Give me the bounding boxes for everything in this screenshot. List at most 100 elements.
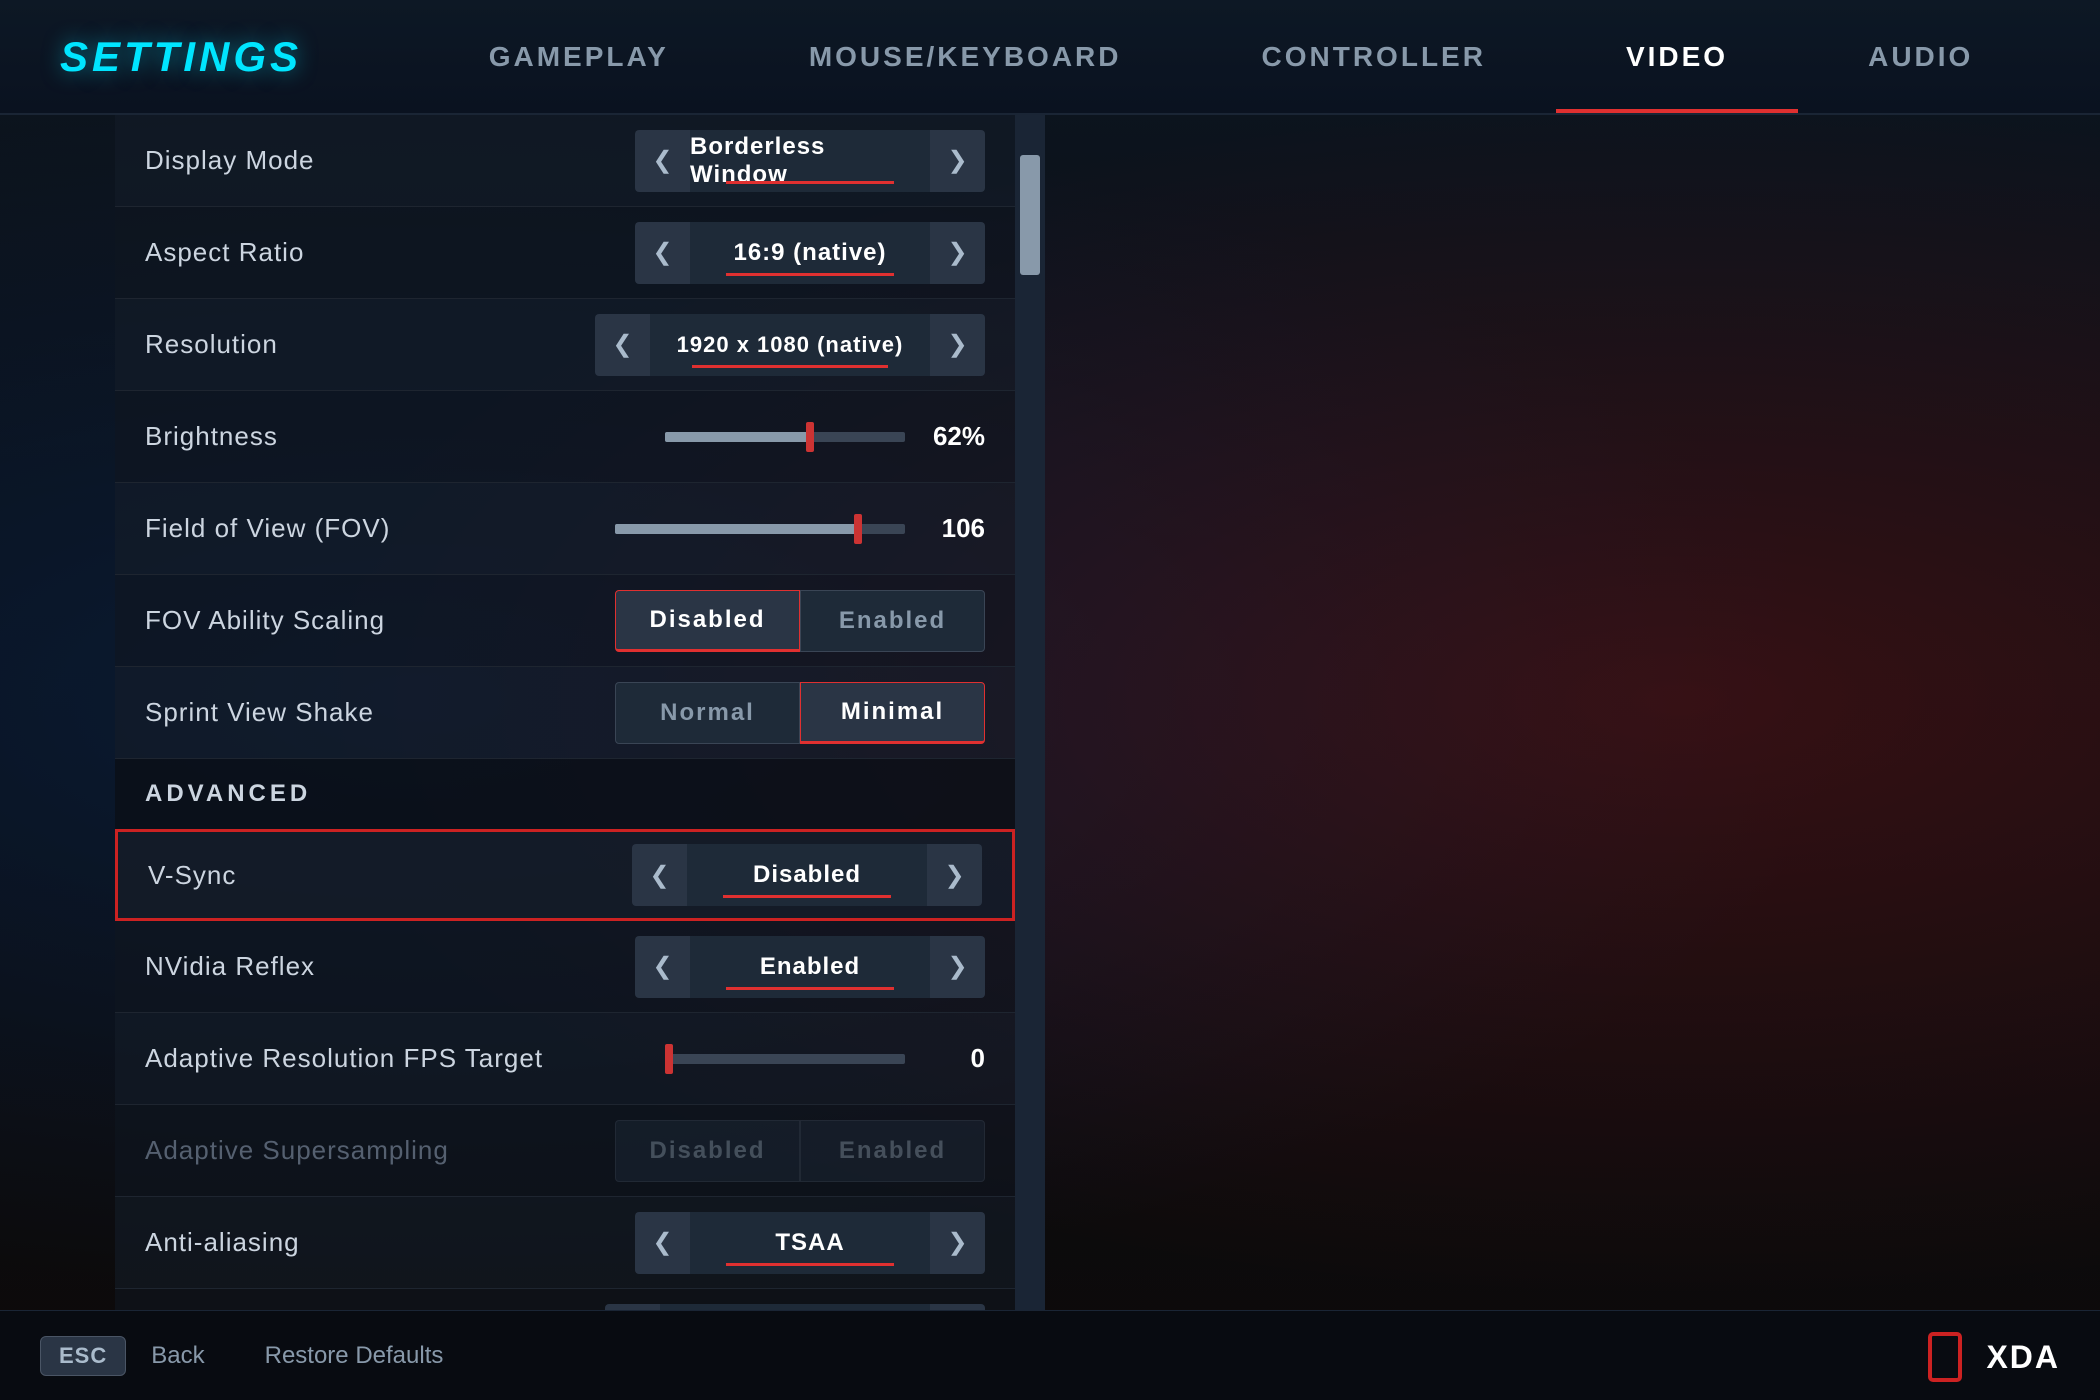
- main-content: Display Mode Borderless Window Aspect Ra…: [0, 115, 2100, 1310]
- settings-panel: Display Mode Borderless Window Aspect Ra…: [115, 115, 1015, 1310]
- adaptive-res-thumb: [665, 1044, 673, 1074]
- resolution-value-box: 1920 x 1080 (native): [650, 314, 930, 376]
- setting-row-vsync: V-Sync Disabled: [115, 829, 1015, 921]
- setting-row-nvidia-reflex: NVidia Reflex Enabled: [115, 921, 1015, 1013]
- label-resolution: Resolution: [145, 329, 595, 360]
- hint-restore[interactable]: Restore Defaults: [265, 1342, 444, 1370]
- display-mode-next[interactable]: [930, 130, 985, 192]
- display-mode-prev[interactable]: [635, 130, 690, 192]
- label-anti-aliasing: Anti-aliasing: [145, 1227, 635, 1258]
- fov-ability-enabled[interactable]: Enabled: [800, 590, 985, 652]
- label-display-mode: Display Mode: [145, 145, 635, 176]
- aspect-ratio-underline: [726, 273, 894, 276]
- tab-audio[interactable]: AUDIO: [1798, 0, 2043, 113]
- control-brightness: 62%: [665, 421, 985, 452]
- setting-row-texture-budget: Texture Streaming Budget Medium (3GB VRA…: [115, 1289, 1015, 1310]
- right-panel: [1045, 115, 2100, 1310]
- fov-thumb: [854, 514, 862, 544]
- control-fov: 106: [615, 513, 985, 544]
- vsync-prev[interactable]: [632, 844, 687, 906]
- chevron-left-icon: [652, 1228, 672, 1257]
- sprint-view-minimal[interactable]: Minimal: [800, 682, 985, 744]
- anti-aliasing-prev[interactable]: [635, 1212, 690, 1274]
- anti-aliasing-underline: [726, 1263, 894, 1266]
- label-aspect-ratio: Aspect Ratio: [145, 237, 635, 268]
- adaptive-super-disabled: Disabled: [615, 1120, 800, 1182]
- section-header-advanced: ADVANCED: [115, 759, 1015, 829]
- label-adaptive-res: Adaptive Resolution FPS Target: [145, 1043, 665, 1074]
- display-mode-underline: [726, 181, 894, 184]
- chevron-right-icon: [947, 238, 967, 267]
- chevron-left-icon: [652, 952, 672, 981]
- resolution-next[interactable]: [930, 314, 985, 376]
- anti-aliasing-next[interactable]: [930, 1212, 985, 1274]
- label-vsync: V-Sync: [148, 860, 632, 891]
- chevron-right-icon: [947, 330, 967, 359]
- aspect-ratio-value: 16:9 (native): [733, 239, 886, 267]
- chevron-right-icon: [947, 952, 967, 981]
- label-brightness: Brightness: [145, 421, 665, 452]
- vsync-next[interactable]: [927, 844, 982, 906]
- bottom-bar: ESC Back Restore Defaults XDA: [0, 1310, 2100, 1400]
- fov-value: 106: [925, 513, 985, 544]
- tab-controller[interactable]: CONTROLLER: [1192, 0, 1556, 113]
- adaptive-res-track[interactable]: [665, 1054, 905, 1064]
- scrollbar[interactable]: [1015, 115, 1045, 1310]
- anti-aliasing-value-box: TSAA: [690, 1212, 930, 1274]
- chevron-left-icon: [649, 861, 669, 890]
- nvidia-reflex-underline: [726, 987, 894, 990]
- scrollbar-thumb[interactable]: [1020, 155, 1040, 275]
- brightness-track[interactable]: [665, 432, 905, 442]
- tab-video[interactable]: VIDEO: [1556, 0, 1798, 113]
- chevron-left-icon: [652, 146, 672, 175]
- settings-list: Display Mode Borderless Window Aspect Ra…: [115, 115, 1015, 1310]
- tab-mouse-keyboard[interactable]: MOUSE/KEYBOARD: [739, 0, 1192, 113]
- xda-logo: XDA: [1928, 1332, 2060, 1382]
- vsync-underline: [723, 895, 891, 898]
- aspect-ratio-value-box: 16:9 (native): [690, 222, 930, 284]
- sprint-view-normal[interactable]: Normal: [615, 682, 800, 744]
- setting-row-display-mode: Display Mode Borderless Window: [115, 115, 1015, 207]
- control-nvidia-reflex: Enabled: [635, 936, 985, 998]
- brightness-value: 62%: [925, 421, 985, 452]
- setting-row-adaptive-res: Adaptive Resolution FPS Target 0: [115, 1013, 1015, 1105]
- section-advanced-label: ADVANCED: [145, 780, 311, 808]
- aspect-ratio-next[interactable]: [930, 222, 985, 284]
- chevron-right-icon: [947, 146, 967, 175]
- fov-track[interactable]: [615, 524, 905, 534]
- nvidia-reflex-prev[interactable]: [635, 936, 690, 998]
- setting-row-adaptive-super: Adaptive Supersampling Disabled Enabled: [115, 1105, 1015, 1197]
- control-resolution: 1920 x 1080 (native): [595, 314, 985, 376]
- back-label: Back: [151, 1342, 204, 1370]
- control-sprint-view: Normal Minimal: [615, 682, 985, 744]
- chevron-right-icon: [947, 1228, 967, 1257]
- nvidia-reflex-value: Enabled: [760, 953, 860, 981]
- control-aspect-ratio: 16:9 (native): [635, 222, 985, 284]
- setting-row-fov: Field of View (FOV) 106: [115, 483, 1015, 575]
- control-vsync: Disabled: [632, 844, 982, 906]
- xda-bracket-icon: [1928, 1332, 1978, 1382]
- xda-text: XDA: [1986, 1339, 2060, 1376]
- setting-row-fov-ability: FOV Ability Scaling Disabled Enabled: [115, 575, 1015, 667]
- control-fov-ability: Disabled Enabled: [615, 590, 985, 652]
- brightness-fill: [665, 432, 814, 442]
- aspect-ratio-prev[interactable]: [635, 222, 690, 284]
- fov-fill: [615, 524, 862, 534]
- control-adaptive-super: Disabled Enabled: [615, 1120, 985, 1182]
- fov-ability-disabled[interactable]: Disabled: [615, 590, 800, 652]
- control-display-mode: Borderless Window: [635, 130, 985, 192]
- adaptive-res-value: 0: [925, 1043, 985, 1074]
- vsync-value-box: Disabled: [687, 844, 927, 906]
- nvidia-reflex-next[interactable]: [930, 936, 985, 998]
- tab-gameplay[interactable]: GAMEPLAY: [419, 0, 739, 113]
- label-sprint-view: Sprint View Shake: [145, 697, 615, 728]
- setting-row-resolution: Resolution 1920 x 1080 (native): [115, 299, 1015, 391]
- nav-tabs: GAMEPLAY MOUSE/KEYBOARD CONTROLLER VIDEO…: [362, 0, 2100, 113]
- restore-label[interactable]: Restore Defaults: [265, 1342, 444, 1370]
- navbar: SETTINGS GAMEPLAY MOUSE/KEYBOARD CONTROL…: [0, 0, 2100, 115]
- resolution-prev[interactable]: [595, 314, 650, 376]
- hint-back: ESC Back: [40, 1336, 205, 1376]
- display-mode-value-box: Borderless Window: [690, 130, 930, 192]
- label-adaptive-super: Adaptive Supersampling: [145, 1135, 615, 1166]
- adaptive-super-enabled: Enabled: [800, 1120, 985, 1182]
